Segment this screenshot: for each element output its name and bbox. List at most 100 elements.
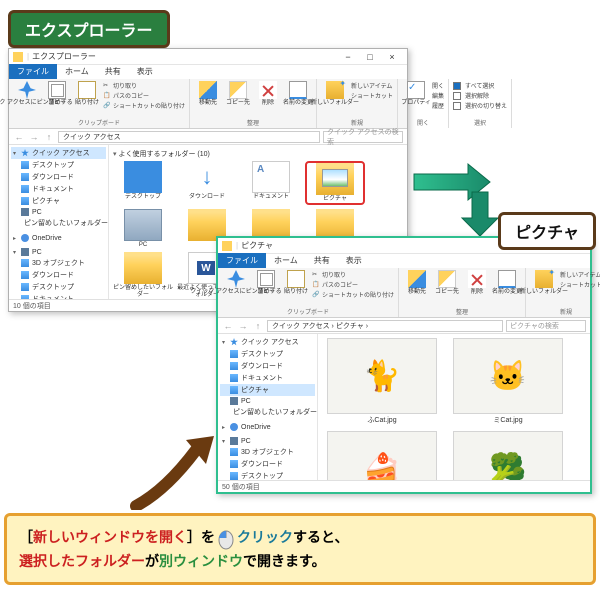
selectall-button[interactable]: すべて選択 [453,81,507,90]
file-cat2[interactable]: ミCat.jpg [448,338,568,425]
pin-button[interactable]: クイック アクセスにピン留めする [222,270,250,307]
item-documents[interactable]: ドキュメント [241,161,301,205]
paste-button[interactable]: 貼り付け [282,270,310,307]
nav-dt2[interactable]: デスクトップ [220,470,315,480]
copypath-button[interactable]: 📋パスのコピー [312,280,394,289]
address-input[interactable]: クイック アクセス › ピクチャ › [267,320,503,332]
shortcut-label: ショートカット [351,91,393,100]
newitem-button[interactable]: 新しいアイテム [560,270,600,279]
newfolder-button[interactable]: 新しいフォルダー [321,81,349,118]
delete-button[interactable]: 削除 [463,270,491,307]
forward-button[interactable]: → [237,321,249,331]
item-downloads[interactable]: ダウンロード [177,161,237,205]
edit-button[interactable]: 編集 [432,91,444,100]
open-button[interactable]: 開く [432,81,444,90]
nav-pc[interactable]: PC [220,396,315,406]
back-button[interactable]: ← [222,321,234,331]
selectnone-button[interactable]: 選択解除 [453,91,507,100]
copy-label: コピー [257,289,275,295]
close-button[interactable]: × [381,52,403,62]
minimize-button[interactable]: − [337,52,359,62]
newfolder-button[interactable]: 新しいフォルダー [530,270,558,307]
maximize-button[interactable]: □ [359,52,381,62]
item-desktop[interactable]: デスクトップ [113,161,173,205]
item-pc[interactable]: PC [113,209,173,249]
delete-button[interactable]: 削除 [254,81,282,118]
tab-file[interactable]: ファイル [9,64,57,79]
tab-file[interactable]: ファイル [218,253,266,268]
organize-group-label: 整理 [194,118,312,128]
shortcut-button[interactable]: ショートカット [351,91,393,100]
cut-button[interactable]: ✂切り取り [103,81,185,90]
copy-button[interactable]: コピー [43,81,71,118]
nav-desktop[interactable]: デスクトップ [220,348,315,360]
nav-downloads[interactable]: ダウンロード [11,171,106,183]
tab-share[interactable]: 共有 [97,64,129,79]
address-input[interactable]: クイック アクセス [58,131,320,143]
caption-text: が [145,553,159,569]
delete-label: 削除 [471,289,483,295]
selectinvert-button[interactable]: 選択の切り替え [453,101,507,110]
move-button[interactable]: 移動先 [403,270,431,307]
pin-button[interactable]: クイック アクセスにピン留めする [13,81,41,118]
tab-home[interactable]: ホーム [266,253,306,268]
nav-pcroot[interactable]: PC [220,436,315,446]
nav-dt2[interactable]: デスクトップ [11,281,106,293]
nav-doc2[interactable]: ドキュメント [11,293,106,299]
nav-3d[interactable]: 3D オブジェクト [220,446,315,458]
tab-view[interactable]: 表示 [338,253,370,268]
newitem-button[interactable]: 新しいアイテム [351,81,393,90]
forward-button[interactable]: → [28,132,40,142]
paste-button[interactable]: 貼り付け [73,81,101,118]
file-veg[interactable]: 生野菜.jpg [448,431,568,480]
rename-button[interactable]: 名前の変更 [493,270,521,307]
nav-3d[interactable]: 3D オブジェクト [11,257,106,269]
pasteshortcut-button[interactable]: 🔗ショートカットの貼り付け [103,101,185,110]
section-header[interactable]: よく使用するフォルダー (10) [113,149,403,159]
up-button[interactable]: ↑ [252,321,264,331]
item-pictures[interactable]: ピクチャ [305,161,365,205]
copyto-label: コピー先 [435,289,459,295]
copyto-button[interactable]: コピー先 [433,270,461,307]
move-label: 移動先 [408,289,426,295]
nav-documents[interactable]: ドキュメント [220,372,315,384]
nav-pictures[interactable]: ピクチャ [11,195,106,207]
nav-downloads[interactable]: ダウンロード [220,360,315,372]
nav-quick[interactable]: クイック アクセス [11,147,106,159]
item-pinwant[interactable]: ピン留めしたいフォルダー [113,252,173,298]
nav-pc[interactable]: PC [11,207,106,217]
pasteshortcut-button[interactable]: 🔗ショートカットの貼り付け [312,290,394,299]
move-button[interactable]: 移動先 [194,81,222,118]
copyto-button[interactable]: コピー先 [224,81,252,118]
nav-label: 3D オブジェクト [241,447,294,457]
nav-documents[interactable]: ドキュメント [11,183,106,195]
history-button[interactable]: 履歴 [432,101,444,110]
nav-pinwant[interactable]: ピン留めしたいフォルダー [220,406,315,418]
nav-onedrive[interactable]: OneDrive [11,233,106,243]
file-cat1[interactable]: ふCat.jpg [322,338,442,425]
nav-quick[interactable]: クイック アクセス [220,336,315,348]
tab-home[interactable]: ホーム [57,64,97,79]
nav-pcroot[interactable]: PC [11,247,106,257]
folder-icon [13,52,23,62]
nav-dl2[interactable]: ダウンロード [220,458,315,470]
up-button[interactable]: ↑ [43,132,55,142]
file-cake[interactable]: 苺ケーキ.jpg [322,431,442,480]
nav-pictures[interactable]: ピクチャ [220,384,315,396]
prop-button[interactable]: プロパティ [402,81,430,118]
back-button[interactable]: ← [13,132,25,142]
nav-onedrive[interactable]: OneDrive [220,422,315,432]
shortcut-button[interactable]: ショートカット [560,280,600,289]
nav-dl2[interactable]: ダウンロード [11,269,106,281]
search-input[interactable]: クイック アクセスの検索 [323,131,403,143]
tab-share[interactable]: 共有 [306,253,338,268]
search-input[interactable]: ピクチャの検索 [506,320,586,332]
rename-button[interactable]: 名前の変更 [284,81,312,118]
nav-desktop[interactable]: デスクトップ [11,159,106,171]
cut-button[interactable]: ✂切り取り [312,270,394,279]
nav-pinwant[interactable]: ピン留めしたいフォルダー [11,217,106,229]
tab-view[interactable]: 表示 [129,64,161,79]
copy-button[interactable]: コピー [252,270,280,307]
copypath-button[interactable]: 📋パスのコピー [103,91,185,100]
ribbon: クイック アクセスにピン留めする コピー 貼り付け ✂切り取り 📋パスのコピー … [9,79,407,129]
